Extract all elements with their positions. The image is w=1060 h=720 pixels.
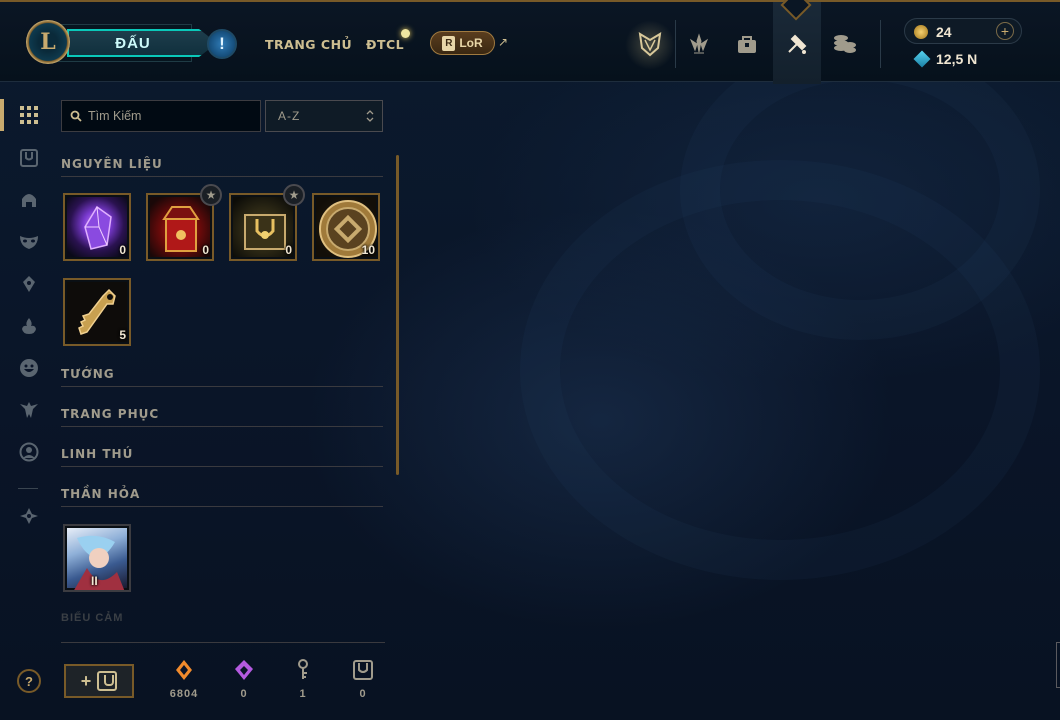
- loot-icon[interactable]: [777, 24, 817, 64]
- emote-icon[interactable]: [18, 357, 40, 379]
- tft-icon[interactable]: [679, 24, 719, 64]
- star-badge-icon: ★: [283, 184, 305, 206]
- star-badge-icon: ★: [200, 184, 222, 206]
- search-icon: [70, 110, 82, 122]
- loot-count: 0: [202, 243, 209, 257]
- ward-icon[interactable]: [18, 273, 40, 295]
- league-logo-icon[interactable]: L: [26, 20, 70, 64]
- crafting-icon[interactable]: [18, 505, 40, 527]
- eternals-icon[interactable]: [18, 399, 40, 421]
- nav-home-link[interactable]: TRANG CHỦ: [265, 37, 352, 52]
- icon-profile-icon[interactable]: [18, 441, 40, 463]
- loot-tile-event-token[interactable]: 10: [312, 193, 380, 261]
- clash-icon[interactable]: [630, 24, 670, 64]
- key-art: [67, 282, 127, 342]
- rp-value: 24: [936, 24, 952, 40]
- alert-icon[interactable]: !: [207, 29, 237, 59]
- background-swirl: [680, 40, 1040, 340]
- summoner-flame-icon[interactable]: [18, 315, 40, 337]
- resource-value: 1: [299, 688, 307, 700]
- side-panel-edge[interactable]: [1056, 642, 1060, 688]
- section-header-materials[interactable]: NGUYÊN LIỆU: [61, 157, 383, 177]
- loot-count: 0: [285, 243, 292, 257]
- nav-separator: [675, 20, 676, 68]
- chest-count-icon: [343, 658, 383, 682]
- play-button-frame: ĐẤU: [50, 24, 217, 62]
- plus-icon: +: [80, 670, 92, 691]
- section-header-pets[interactable]: LINH THÚ: [61, 447, 383, 467]
- loot-tile-key[interactable]: 5: [63, 278, 131, 346]
- sort-label: A-Z: [278, 109, 301, 123]
- collection-icon[interactable]: [727, 24, 767, 64]
- loot-count: 0: [119, 243, 126, 257]
- loot-tile-mythic-essence[interactable]: 0: [63, 193, 131, 261]
- play-button-label: ĐẤU: [115, 34, 151, 52]
- eternal-series-label: II: [91, 574, 98, 588]
- resource-value: 6804: [169, 688, 199, 700]
- sort-chevron-icon: [366, 110, 374, 122]
- blue-essence-icon: [913, 50, 931, 68]
- resource-mythic-essence: 0: [224, 658, 264, 700]
- loot-count: 5: [119, 328, 126, 342]
- play-button[interactable]: ĐẤU: [67, 29, 217, 57]
- footer-separator: [61, 642, 385, 643]
- rail-separator: [18, 488, 38, 489]
- rail-active-indicator: [0, 99, 4, 131]
- all-loot-icon[interactable]: [18, 104, 40, 126]
- search-box[interactable]: [61, 100, 261, 132]
- top-nav-bar: ĐẤU L ! TRANG CHỦ ĐTCL R LoR ↗ 24 + 12,5…: [0, 0, 1060, 84]
- lor-button[interactable]: R LoR: [430, 31, 495, 55]
- orange-essence-icon: [164, 658, 204, 682]
- hextech-chest-art: [233, 197, 293, 257]
- notification-dot: [401, 29, 410, 38]
- help-icon[interactable]: ?: [17, 669, 41, 693]
- rp-coin-icon: [914, 25, 928, 39]
- be-balance: 12,5 N: [913, 50, 978, 68]
- resource-chest: 0: [343, 658, 383, 700]
- section-header-champions[interactable]: TƯỚNG: [61, 367, 383, 387]
- search-input[interactable]: [88, 109, 248, 123]
- store-icon[interactable]: [825, 24, 865, 64]
- champion-helmet-icon[interactable]: [18, 189, 40, 211]
- rp-balance: 24: [914, 24, 952, 40]
- lor-label: LoR: [459, 36, 483, 50]
- lor-logo-icon: R: [442, 35, 456, 51]
- loot-count: 10: [361, 243, 375, 257]
- be-value: 12,5 N: [936, 51, 978, 67]
- loot-tile-eternal[interactable]: II: [63, 524, 131, 592]
- resource-orange-essence: 6804: [164, 658, 204, 700]
- section-header-skins[interactable]: TRANG PHỤC: [61, 407, 383, 427]
- help-glyph: ?: [25, 673, 33, 689]
- key-fragment-icon: [283, 658, 323, 682]
- chest-icon: [97, 671, 118, 691]
- sort-dropdown[interactable]: A-Z: [265, 100, 383, 132]
- external-link-icon: ↗: [498, 35, 509, 49]
- nav-tft-link[interactable]: ĐTCL: [366, 37, 404, 52]
- mythic-essence-icon: [224, 658, 264, 682]
- section-header-eternals[interactable]: THẦN HỎA: [61, 487, 383, 507]
- loot-list-scrollbar[interactable]: [396, 155, 399, 475]
- skin-mask-icon[interactable]: [18, 231, 40, 253]
- resource-key-fragment: 1: [283, 658, 323, 700]
- nav-separator: [880, 20, 881, 68]
- resource-value: 0: [240, 688, 248, 700]
- resource-value: 0: [359, 688, 367, 700]
- chest-icon[interactable]: [18, 147, 40, 169]
- add-chest-button[interactable]: +: [64, 664, 134, 698]
- buy-rp-button[interactable]: +: [996, 22, 1014, 40]
- alert-glyph: !: [219, 34, 225, 53]
- masterwork-chest-art: [150, 197, 210, 257]
- mythic-essence-art: [67, 197, 127, 257]
- section-header-emotes-faded: BIỂU CẢM: [61, 612, 124, 624]
